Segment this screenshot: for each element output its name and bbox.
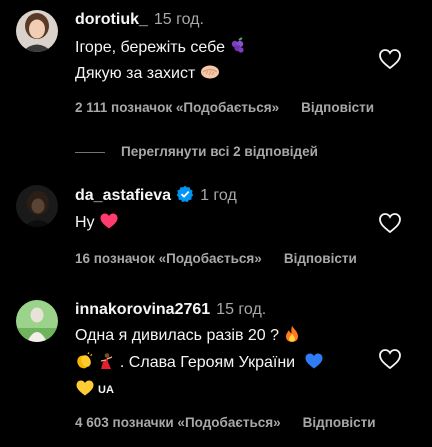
comment-meta: 2 111 позначок «Подобається» Відповісти: [75, 100, 374, 115]
likes-count[interactable]: 16 позначок «Подобається»: [75, 251, 262, 266]
comment-item: da_astafieva 1 год Ну 16 позначок «Подоба…: [0, 185, 432, 275]
avatar[interactable]: [16, 10, 58, 52]
comment-header: da_astafieva 1 год: [75, 185, 237, 209]
comment-text: Ну: [75, 211, 119, 237]
view-replies-label: Переглянути всі 2 відповідей: [121, 144, 318, 159]
comment-text: Одна я дивилась разів 20 ? . Слава Героя…: [75, 324, 324, 405]
reply-button[interactable]: Відповісти: [284, 251, 357, 266]
blue-heart-emoji-icon: [304, 352, 324, 378]
comment-header: dorotiuk_ 15 год.: [75, 10, 204, 30]
comment-meta: 4 603 позначки «Подобається» Відповісти: [75, 415, 376, 430]
timestamp[interactable]: 15 год.: [154, 11, 204, 28]
likes-count[interactable]: 2 111 позначок «Подобається»: [75, 100, 279, 115]
like-heart-icon[interactable]: [378, 48, 402, 70]
comment-line: Ну: [75, 214, 95, 231]
comment-item: dorotiuk_ 15 год. Ігоре, бережіть себе Дя…: [0, 10, 432, 128]
reply-button[interactable]: Відповісти: [301, 100, 374, 115]
comment-line: Дякую за захист: [75, 65, 196, 82]
grapes-emoji-icon: [229, 37, 247, 62]
like-heart-icon[interactable]: [378, 348, 402, 370]
username[interactable]: innakorovina2761: [75, 301, 210, 318]
username[interactable]: da_astafieva: [75, 187, 171, 204]
timestamp[interactable]: 15 год.: [216, 301, 266, 318]
pink-heart-emoji-icon: [99, 212, 119, 237]
verified-badge-icon: [176, 185, 194, 209]
like-heart-icon[interactable]: [378, 212, 402, 234]
fire-emoji-icon: [284, 325, 300, 351]
comment-item: innakorovina2761 15 год. Одна я дивилась …: [0, 300, 432, 440]
dancer-emoji-icon: [97, 352, 115, 378]
comment-line: Ігоре, бережіть себе: [75, 39, 225, 56]
comment-text: Ігоре, бережіть себе Дякую за захист: [75, 36, 247, 88]
yellow-heart-emoji-icon: [75, 379, 95, 405]
view-replies-button[interactable]: Переглянути всі 2 відповідей: [75, 144, 318, 159]
avatar[interactable]: [16, 300, 58, 342]
comment-line: Одна я дивилась разів 20 ?: [75, 327, 280, 344]
username[interactable]: dorotiuk_: [75, 11, 148, 28]
divider-line: [75, 151, 105, 153]
comment-line: . Слава Героям України: [119, 354, 296, 371]
reply-button[interactable]: Відповісти: [303, 415, 376, 430]
likes-count[interactable]: 4 603 позначки «Подобається»: [75, 415, 281, 430]
comment-meta: 16 позначок «Подобається» Відповісти: [75, 251, 357, 266]
avatar[interactable]: [16, 185, 58, 227]
ua-flag-text: UA: [98, 384, 114, 396]
timestamp[interactable]: 1 год: [200, 187, 237, 204]
handshake-emoji-icon: [200, 63, 220, 88]
clapping-hands-emoji-icon: [75, 352, 93, 378]
comment-header: innakorovina2761 15 год.: [75, 300, 266, 320]
